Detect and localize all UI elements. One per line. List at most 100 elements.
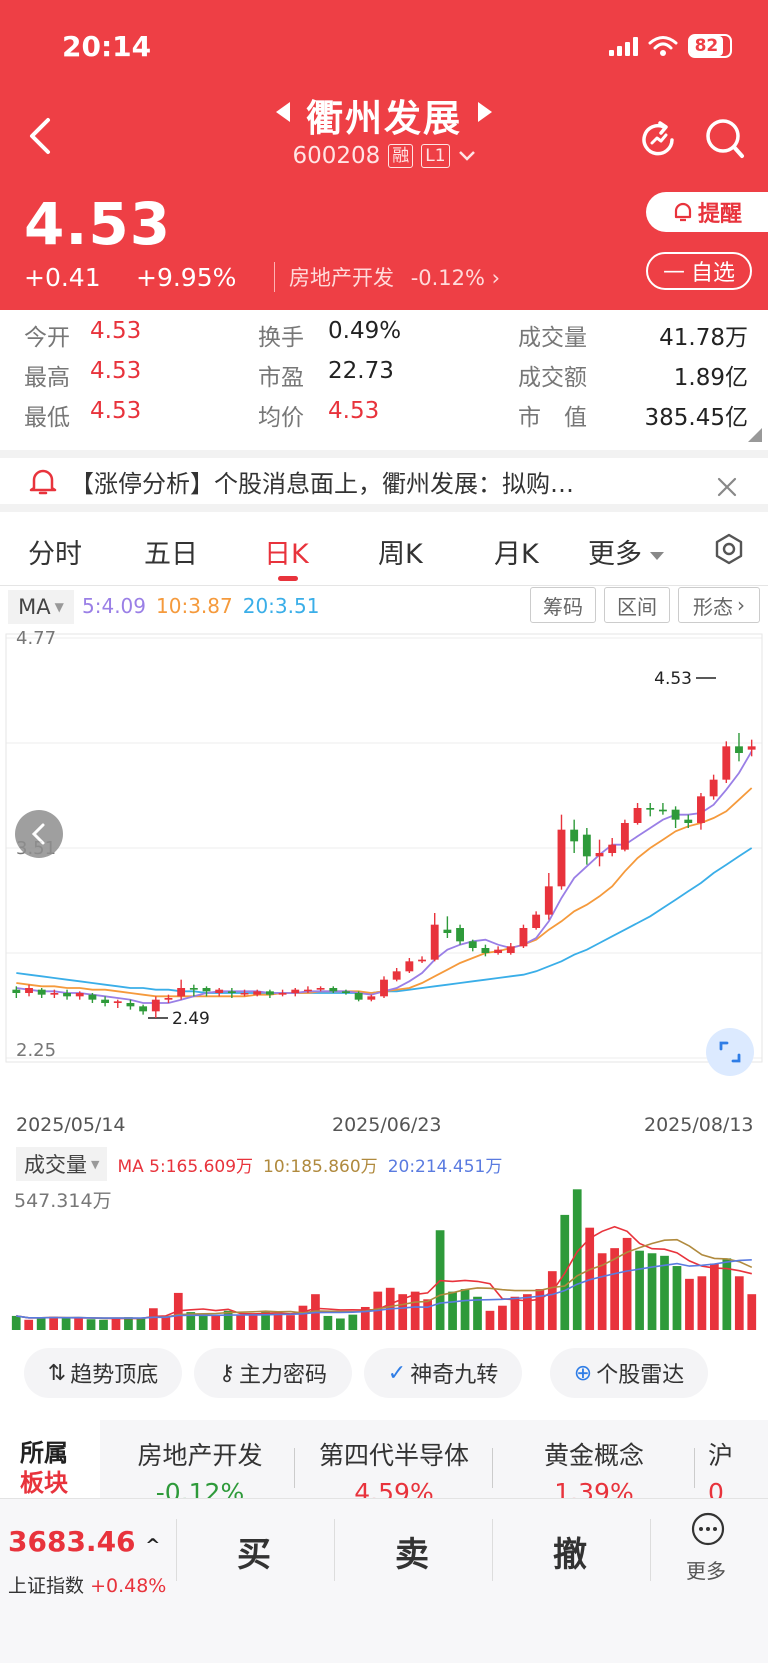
next-stock-arrow-icon[interactable]: [478, 102, 492, 122]
tab-monthly-k[interactable]: 月K: [494, 532, 539, 571]
margin-tag: 融: [388, 144, 414, 168]
candle-body: [342, 991, 350, 993]
candle-body: [380, 979, 388, 997]
quote-value: 4.53: [90, 358, 142, 384]
remind-label: 提醒: [697, 202, 742, 227]
caret-down-icon: [650, 551, 664, 560]
quote-value: 41.78万: [659, 325, 748, 351]
chip-distribution-button[interactable]: 筹码: [530, 587, 596, 623]
candle-body: [75, 993, 84, 997]
change-percent: +9.95%: [136, 262, 237, 292]
volume-bar: [498, 1305, 507, 1330]
current-price: 4.53: [24, 190, 172, 258]
candle-body: [582, 834, 591, 857]
candle-body: [113, 1001, 122, 1003]
chart-scroll-left-button[interactable]: [15, 810, 63, 858]
sector-change: -0.12%: [155, 1478, 245, 1500]
candle-body: [735, 746, 743, 753]
pattern-button[interactable]: 形态 ›: [678, 587, 760, 623]
sector-item[interactable]: 房地产开发 -0.12%: [100, 1436, 300, 1500]
sector-title-line1: 所属: [20, 1439, 68, 1467]
bell-icon: [29, 469, 57, 495]
volume-bar: [697, 1276, 707, 1330]
y-axis-label-bottom: 2.25: [16, 1040, 56, 1061]
sector-item[interactable]: 第四代半导体 4.59%: [294, 1436, 494, 1500]
divider: [492, 1448, 493, 1488]
candle-body: [557, 829, 566, 887]
index-name: 上证指数: [8, 1575, 85, 1597]
candle-body: [189, 988, 198, 990]
close-icon[interactable]: [716, 476, 738, 498]
ma5-line: [16, 750, 753, 1004]
tab-five-day[interactable]: 五日: [144, 532, 198, 571]
tab-intraday[interactable]: 分时: [28, 532, 82, 571]
candle-body: [722, 746, 731, 780]
volume-indicator-button[interactable]: 成交量 ▼: [16, 1147, 108, 1181]
stock-radar-button[interactable]: ⊕ 个股雷达: [550, 1348, 708, 1398]
magic-nine-button[interactable]: ✓ 神奇九转: [364, 1348, 522, 1398]
candle-body: [430, 924, 439, 960]
battery-level: 82: [690, 36, 723, 56]
quote-label: 成交额: [518, 365, 587, 391]
volume-bar: [136, 1318, 146, 1330]
candle-body: [101, 999, 110, 1003]
quote-grid[interactable]: 今开 4.53 最高 4.53 最低 4.53 换手 0.49% 市盈 22.7…: [0, 318, 768, 448]
volume-chart[interactable]: [0, 1180, 768, 1336]
sector-item[interactable]: 沪 0: [708, 1436, 768, 1500]
candle-body: [532, 914, 541, 928]
candle-body: [253, 991, 262, 995]
candle-body: [709, 779, 718, 797]
sector-name: 房地产开发: [137, 1441, 263, 1470]
watchlist-button[interactable]: — 自选: [646, 252, 752, 290]
tab-daily-k[interactable]: 日K: [264, 532, 309, 571]
active-tab-indicator: [278, 576, 298, 581]
quote-value: 22.73: [328, 358, 394, 384]
candle-body: [494, 949, 503, 953]
volume-bar: [248, 1313, 258, 1330]
candle-body: [468, 941, 477, 948]
check-wave-icon: ✓: [387, 1360, 407, 1386]
quote-high: 最高 4.53: [24, 358, 141, 392]
signal-icon: [609, 36, 638, 56]
volume-bar: [36, 1317, 46, 1330]
remind-button[interactable]: 提醒: [646, 192, 768, 232]
cancel-order-button[interactable]: 撤: [520, 1527, 620, 1576]
range-button[interactable]: 区间: [604, 587, 670, 623]
tab-more[interactable]: 更多: [588, 532, 664, 571]
more-dots-icon[interactable]: [690, 1511, 726, 1547]
tab-weekly-k[interactable]: 周K: [378, 532, 423, 571]
candle-body: [240, 993, 249, 995]
candle-body: [354, 993, 363, 1000]
volume-bar: [410, 1291, 420, 1330]
refresh-icon[interactable]: [636, 118, 680, 162]
volume-bar: [448, 1291, 457, 1330]
volume-bar: [61, 1318, 71, 1330]
quote-mktcap: 市 值 385.45亿: [518, 398, 748, 432]
main-force-button[interactable]: ⚷ 主力密码: [194, 1348, 352, 1398]
trend-top-bottom-button[interactable]: ⇅ 趋势顶底: [24, 1348, 182, 1398]
search-icon[interactable]: [704, 116, 746, 162]
candle-body: [570, 829, 579, 842]
quote-label: 今开: [24, 325, 70, 351]
fullscreen-button[interactable]: [706, 1028, 754, 1076]
settings-hexagon-icon[interactable]: [712, 532, 746, 566]
index-value[interactable]: 3683.46 ^: [8, 1525, 160, 1558]
ma-indicator-button[interactable]: MA ▼: [8, 590, 74, 624]
buy-button[interactable]: 买: [204, 1527, 304, 1576]
chevron-right-icon: ›: [737, 593, 745, 617]
volume-bar: [635, 1250, 644, 1330]
sell-button[interactable]: 卖: [362, 1527, 462, 1576]
tool-label: 主力密码: [239, 1363, 328, 1388]
news-notice-bar[interactable]: 【涨停分析】个股消息面上，衢州发展：拟购…: [0, 450, 768, 512]
quote-low: 最低 4.53: [24, 398, 141, 432]
expand-corner-icon[interactable]: [748, 428, 762, 442]
more-menu-label[interactable]: 更多: [686, 1555, 726, 1584]
ma5-value: 5:4.09: [82, 594, 146, 618]
quote-value: 4.53: [90, 318, 142, 344]
candle-body: [164, 998, 173, 1000]
kline-chart[interactable]: 4.77 3.51 2.25 4.53 2.49: [0, 628, 768, 1112]
volume-bar: [198, 1314, 208, 1330]
sector-item[interactable]: 黄金概念 1.39%: [494, 1436, 694, 1500]
sector-link[interactable]: 房地产开发 -0.12% ›: [274, 262, 500, 292]
fullscreen-icon: [719, 1041, 741, 1063]
